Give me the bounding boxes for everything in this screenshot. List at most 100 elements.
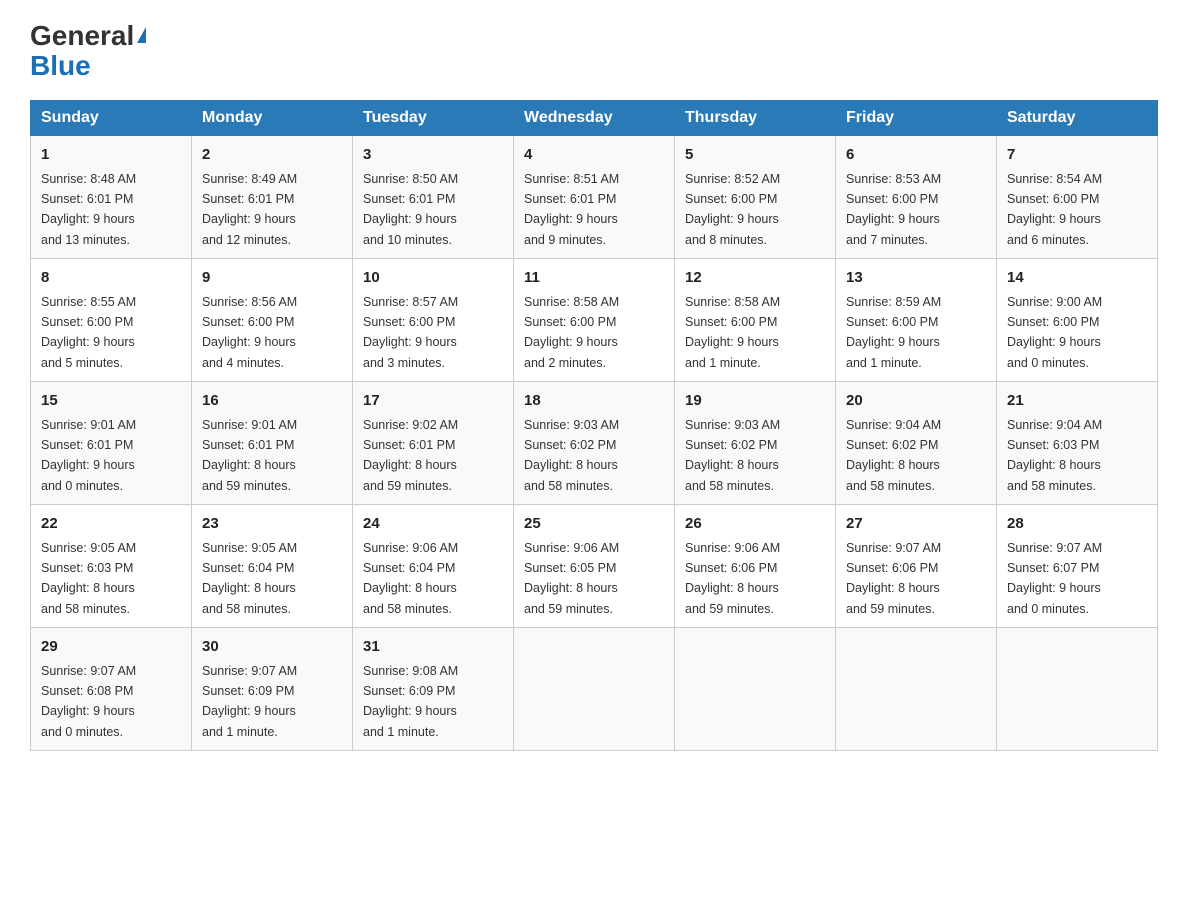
day-number: 2 [202, 144, 342, 167]
day-number: 7 [1007, 144, 1147, 167]
calendar-cell: 21 Sunrise: 9:04 AMSunset: 6:03 PMDayligh… [997, 382, 1158, 505]
calendar-cell: 25Sunrise: 9:06 AMSunset: 6:05 PMDayligh… [514, 505, 675, 628]
calendar-cell: 26 Sunrise: 9:06 AMSunset: 6:06 PMDayligh… [675, 505, 836, 628]
day-number: 16 [202, 390, 342, 413]
col-header-friday: Friday [836, 101, 997, 136]
calendar-cell: 10Sunrise: 8:57 AMSunset: 6:00 PMDayligh… [353, 259, 514, 382]
calendar-cell: 18 Sunrise: 9:03 AMSunset: 6:02 PMDayligh… [514, 382, 675, 505]
day-number: 28 [1007, 513, 1147, 536]
calendar-cell: 17 Sunrise: 9:02 AMSunset: 6:01 PMDayligh… [353, 382, 514, 505]
calendar-cell: 27 Sunrise: 9:07 AMSunset: 6:06 PMDayligh… [836, 505, 997, 628]
day-info: Sunrise: 8:54 AMSunset: 6:00 PMDaylight:… [1007, 172, 1102, 247]
calendar-week-row: 22 Sunrise: 9:05 AMSunset: 6:03 PMDayligh… [31, 505, 1158, 628]
calendar-cell: 22 Sunrise: 9:05 AMSunset: 6:03 PMDayligh… [31, 505, 192, 628]
calendar-cell [514, 628, 675, 751]
day-info: Sunrise: 8:51 AMSunset: 6:01 PMDaylight:… [524, 172, 619, 247]
calendar-cell: 4 Sunrise: 8:51 AMSunset: 6:01 PMDaylight… [514, 136, 675, 259]
calendar-cell: 13 Sunrise: 8:59 AMSunset: 6:00 PMDayligh… [836, 259, 997, 382]
col-header-monday: Monday [192, 101, 353, 136]
calendar-cell: 15 Sunrise: 9:01 AMSunset: 6:01 PMDayligh… [31, 382, 192, 505]
day-number: 21 [1007, 390, 1147, 413]
day-number: 4 [524, 144, 664, 167]
calendar-cell: 14 Sunrise: 9:00 AMSunset: 6:00 PMDayligh… [997, 259, 1158, 382]
day-info: Sunrise: 8:59 AMSunset: 6:00 PMDaylight:… [846, 295, 941, 370]
calendar-cell: 6Sunrise: 8:53 AMSunset: 6:00 PMDaylight… [836, 136, 997, 259]
day-info: Sunrise: 8:57 AMSunset: 6:00 PMDaylight:… [363, 295, 458, 370]
day-info: Sunrise: 9:07 AMSunset: 6:08 PMDaylight:… [41, 664, 136, 739]
day-info: Sunrise: 9:03 AMSunset: 6:02 PMDaylight:… [685, 418, 780, 493]
calendar-cell: 19 Sunrise: 9:03 AMSunset: 6:02 PMDayligh… [675, 382, 836, 505]
calendar-cell [675, 628, 836, 751]
calendar-cell: 11 Sunrise: 8:58 AMSunset: 6:00 PMDayligh… [514, 259, 675, 382]
day-number: 13 [846, 267, 986, 290]
calendar-cell: 24 Sunrise: 9:06 AMSunset: 6:04 PMDayligh… [353, 505, 514, 628]
day-info: Sunrise: 9:05 AMSunset: 6:03 PMDaylight:… [41, 541, 136, 616]
calendar-cell: 20 Sunrise: 9:04 AMSunset: 6:02 PMDayligh… [836, 382, 997, 505]
day-number: 6 [846, 144, 986, 167]
day-info: Sunrise: 9:07 AMSunset: 6:06 PMDaylight:… [846, 541, 941, 616]
day-info: Sunrise: 9:06 AMSunset: 6:04 PMDaylight:… [363, 541, 458, 616]
day-info: Sunrise: 8:56 AMSunset: 6:00 PMDaylight:… [202, 295, 297, 370]
calendar-cell [997, 628, 1158, 751]
day-number: 14 [1007, 267, 1147, 290]
calendar-cell: 12Sunrise: 8:58 AMSunset: 6:00 PMDayligh… [675, 259, 836, 382]
day-info: Sunrise: 9:06 AMSunset: 6:06 PMDaylight:… [685, 541, 780, 616]
day-info: Sunrise: 8:52 AMSunset: 6:00 PMDaylight:… [685, 172, 780, 247]
day-number: 15 [41, 390, 181, 413]
day-number: 17 [363, 390, 503, 413]
day-number: 26 [685, 513, 825, 536]
calendar-cell: 30 Sunrise: 9:07 AMSunset: 6:09 PMDayligh… [192, 628, 353, 751]
calendar-cell: 16Sunrise: 9:01 AMSunset: 6:01 PMDayligh… [192, 382, 353, 505]
day-number: 9 [202, 267, 342, 290]
day-number: 25 [524, 513, 664, 536]
calendar-week-row: 29 Sunrise: 9:07 AMSunset: 6:08 PMDayligh… [31, 628, 1158, 751]
day-number: 18 [524, 390, 664, 413]
day-info: Sunrise: 9:05 AMSunset: 6:04 PMDaylight:… [202, 541, 297, 616]
calendar-cell: 3Sunrise: 8:50 AMSunset: 6:01 PMDaylight… [353, 136, 514, 259]
day-info: Sunrise: 9:07 AMSunset: 6:09 PMDaylight:… [202, 664, 297, 739]
col-header-thursday: Thursday [675, 101, 836, 136]
day-number: 20 [846, 390, 986, 413]
day-number: 12 [685, 267, 825, 290]
page-header: General Blue [30, 20, 1158, 80]
day-number: 24 [363, 513, 503, 536]
calendar-cell: 29 Sunrise: 9:07 AMSunset: 6:08 PMDayligh… [31, 628, 192, 751]
day-number: 23 [202, 513, 342, 536]
day-info: Sunrise: 8:48 AMSunset: 6:01 PMDaylight:… [41, 172, 136, 247]
day-number: 29 [41, 636, 181, 659]
day-info: Sunrise: 8:50 AMSunset: 6:01 PMDaylight:… [363, 172, 458, 247]
day-number: 22 [41, 513, 181, 536]
calendar-cell: 7 Sunrise: 8:54 AMSunset: 6:00 PMDaylight… [997, 136, 1158, 259]
calendar-week-row: 8 Sunrise: 8:55 AMSunset: 6:00 PMDaylight… [31, 259, 1158, 382]
day-info: Sunrise: 9:07 AMSunset: 6:07 PMDaylight:… [1007, 541, 1102, 616]
day-info: Sunrise: 9:03 AMSunset: 6:02 PMDaylight:… [524, 418, 619, 493]
calendar-cell: 1 Sunrise: 8:48 AMSunset: 6:01 PMDaylight… [31, 136, 192, 259]
day-info: Sunrise: 8:58 AMSunset: 6:00 PMDaylight:… [524, 295, 619, 370]
col-header-saturday: Saturday [997, 101, 1158, 136]
calendar-cell [836, 628, 997, 751]
day-info: Sunrise: 8:55 AMSunset: 6:00 PMDaylight:… [41, 295, 136, 370]
day-info: Sunrise: 9:00 AMSunset: 6:00 PMDaylight:… [1007, 295, 1102, 370]
calendar-cell: 8 Sunrise: 8:55 AMSunset: 6:00 PMDaylight… [31, 259, 192, 382]
day-number: 27 [846, 513, 986, 536]
calendar-week-row: 1 Sunrise: 8:48 AMSunset: 6:01 PMDaylight… [31, 136, 1158, 259]
day-info: Sunrise: 9:02 AMSunset: 6:01 PMDaylight:… [363, 418, 458, 493]
logo: General Blue [30, 20, 146, 80]
calendar-cell: 5Sunrise: 8:52 AMSunset: 6:00 PMDaylight… [675, 136, 836, 259]
col-header-wednesday: Wednesday [514, 101, 675, 136]
calendar-cell: 23 Sunrise: 9:05 AMSunset: 6:04 PMDayligh… [192, 505, 353, 628]
calendar-cell: 31 Sunrise: 9:08 AMSunset: 6:09 PMDayligh… [353, 628, 514, 751]
day-info: Sunrise: 9:08 AMSunset: 6:09 PMDaylight:… [363, 664, 458, 739]
day-number: 30 [202, 636, 342, 659]
logo-blue-text: Blue [30, 52, 91, 80]
calendar-cell: 9 Sunrise: 8:56 AMSunset: 6:00 PMDaylight… [192, 259, 353, 382]
day-number: 8 [41, 267, 181, 290]
day-info: Sunrise: 9:01 AMSunset: 6:01 PMDaylight:… [41, 418, 136, 493]
day-number: 19 [685, 390, 825, 413]
day-number: 31 [363, 636, 503, 659]
day-info: Sunrise: 9:04 AMSunset: 6:03 PMDaylight:… [1007, 418, 1102, 493]
day-info: Sunrise: 9:04 AMSunset: 6:02 PMDaylight:… [846, 418, 941, 493]
day-number: 11 [524, 267, 664, 290]
col-header-sunday: Sunday [31, 101, 192, 136]
day-number: 1 [41, 144, 181, 167]
